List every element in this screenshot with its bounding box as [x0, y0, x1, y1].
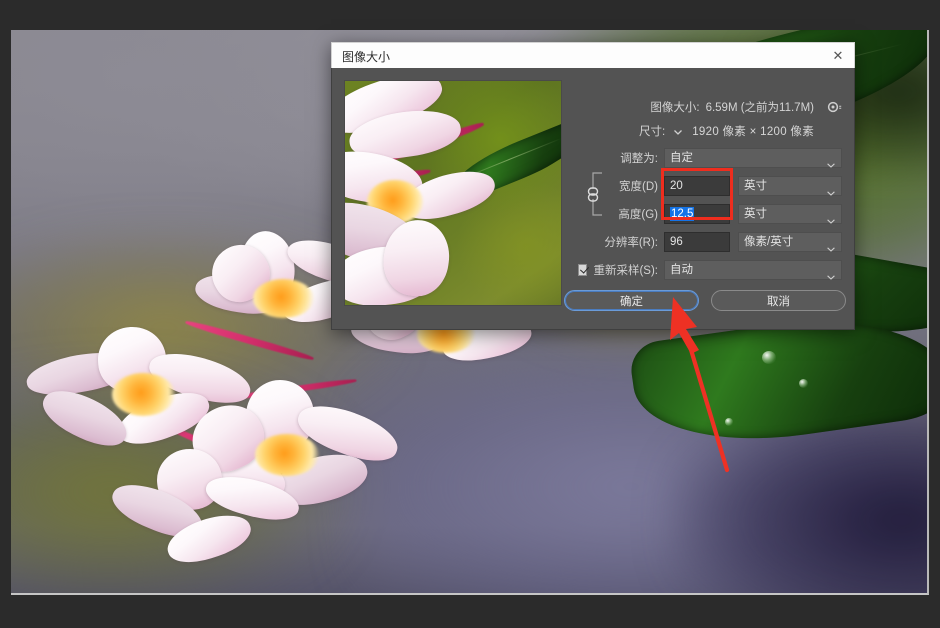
dialog-form: 图像大小: 6.59M (之前为11.7M) 尺寸: 1920 像素 × 120… — [578, 96, 844, 286]
dialog-button-row: 确定 取消 — [564, 290, 846, 311]
width-unit-select[interactable]: 英寸 — [738, 176, 842, 196]
height-unit-select[interactable]: 英寸 — [738, 204, 842, 224]
width-row: 宽度(D) 20 英寸 — [578, 174, 844, 198]
height-label: 高度(G) — [618, 209, 658, 221]
width-label: 宽度(D) — [619, 181, 658, 193]
app-root: 图像大小 ✕ 图像大小: 6.59M (之前为11.7M) 尺寸: 1920 像… — [0, 0, 940, 628]
photo-water-droplet-a — [762, 350, 777, 364]
image-preview-thumbnail[interactable] — [344, 80, 562, 306]
image-size-row: 图像大小: 6.59M (之前为11.7M) — [578, 96, 844, 118]
image-size-dialog: 图像大小 ✕ 图像大小: 6.59M (之前为11.7M) 尺寸: 1920 像… — [331, 42, 855, 330]
gear-icon[interactable] — [826, 99, 842, 115]
height-row: 高度(G) 12.5 英寸 — [578, 202, 844, 226]
fit-to-row: 调整为: 自定 — [578, 146, 844, 170]
resample-value: 自动 — [670, 264, 693, 276]
resample-label: 重新采样(S): — [593, 265, 658, 277]
fit-to-value: 自定 — [670, 152, 693, 164]
chevron-down-icon[interactable] — [672, 125, 684, 137]
chevron-down-icon — [827, 212, 835, 224]
width-value: 20 — [670, 180, 683, 192]
height-value: 12.5 — [670, 207, 695, 221]
resolution-value: 96 — [670, 236, 683, 248]
resample-checkbox[interactable] — [578, 264, 588, 276]
chevron-down-icon — [827, 268, 835, 280]
height-unit-value: 英寸 — [744, 208, 767, 220]
dialog-body: 图像大小: 6.59M (之前为11.7M) 尺寸: 1920 像素 × 120… — [331, 68, 855, 330]
chevron-down-icon — [827, 240, 835, 252]
photo-water-droplet-b — [798, 379, 808, 389]
resolution-unit-select[interactable]: 像素/英寸 — [738, 232, 842, 252]
resample-select[interactable]: 自动 — [664, 260, 842, 280]
dimensions-row: 尺寸: 1920 像素 × 1200 像素 — [578, 120, 844, 142]
resample-row: 重新采样(S): 自动 — [578, 258, 844, 282]
image-size-label: 图像大小: — [650, 102, 700, 114]
image-size-value: 6.59M (之前为11.7M) — [705, 102, 814, 114]
chevron-down-icon — [827, 156, 835, 168]
height-input[interactable]: 12.5 — [664, 204, 730, 224]
close-icon[interactable]: ✕ — [828, 46, 848, 66]
dialog-title: 图像大小 — [342, 50, 391, 64]
ok-button[interactable]: 确定 — [564, 290, 699, 311]
dialog-titlebar[interactable]: 图像大小 ✕ — [331, 42, 855, 68]
resolution-input[interactable]: 96 — [664, 232, 730, 252]
fit-to-label: 调整为: — [620, 153, 658, 165]
resolution-label: 分辨率(R): — [604, 237, 658, 249]
resolution-row: 分辨率(R): 96 像素/英寸 — [578, 230, 844, 254]
chevron-down-icon — [827, 184, 835, 196]
fit-to-select[interactable]: 自定 — [664, 148, 842, 168]
resolution-unit-value: 像素/英寸 — [744, 236, 794, 248]
cancel-button[interactable]: 取消 — [711, 290, 846, 311]
dimensions-label: 尺寸: — [639, 126, 666, 138]
width-input[interactable]: 20 — [664, 176, 730, 196]
width-unit-value: 英寸 — [744, 180, 767, 192]
dimensions-value: 1920 像素 × 1200 像素 — [692, 126, 814, 138]
photo-flower-e — [101, 445, 316, 589]
